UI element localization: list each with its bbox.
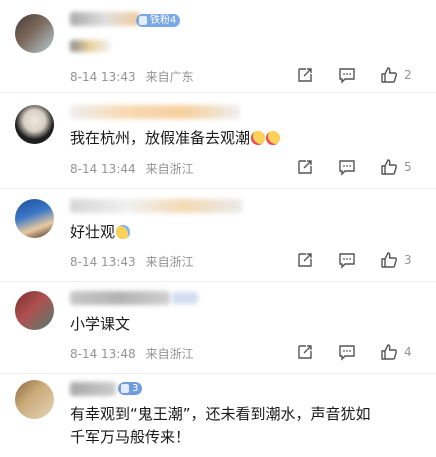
- like-count: 5: [404, 160, 412, 174]
- comment-location: 来自浙江: [145, 162, 194, 176]
- repost-icon: [298, 253, 312, 267]
- emoji-icon: [116, 225, 131, 239]
- username-badge: [172, 292, 198, 304]
- comment-meta: 8-14 13:43 来自广东: [70, 68, 194, 85]
- comment-item: 铁粉4 8-14 13:43 来自广东 2: [0, 0, 436, 92]
- avatar[interactable]: [15, 291, 54, 330]
- comment-icon: [339, 253, 355, 269]
- username[interactable]: [70, 105, 240, 119]
- comment-text: 有幸观到“鬼王潮”，还未看到潮水，声音犹如: [70, 405, 371, 423]
- comment-location: 来自浙江: [145, 347, 194, 361]
- like-count: 4: [404, 345, 412, 359]
- comment-actions: 3: [292, 249, 422, 271]
- repost-button[interactable]: [296, 249, 314, 271]
- thumbs-up-icon: [381, 252, 397, 268]
- username[interactable]: [70, 382, 116, 396]
- thumbs-up-icon: [381, 344, 397, 360]
- comment-actions: 4: [292, 341, 422, 363]
- repost-icon: [298, 160, 312, 174]
- comment-text: 我在杭州，放假准备去观潮: [70, 127, 281, 149]
- comment-date: 8-14 13:43: [70, 255, 136, 269]
- repost-button[interactable]: [296, 341, 314, 363]
- comment-icon: [339, 160, 355, 176]
- avatar[interactable]: [15, 380, 54, 419]
- comment-date: 8-14 13:44: [70, 162, 136, 176]
- heart-eyes-emoji-icon: [266, 131, 281, 145]
- username[interactable]: [70, 199, 242, 213]
- avatar[interactable]: [15, 199, 54, 238]
- comment-text: [70, 40, 110, 52]
- repost-icon: [298, 345, 312, 359]
- comment-location: 来自浙江: [145, 255, 194, 269]
- fan-badge: 铁粉4: [136, 14, 181, 27]
- comment-text: 好壮观: [70, 221, 131, 243]
- thumbs-up-icon: [381, 159, 397, 175]
- comment-actions: 5: [292, 156, 422, 178]
- like-button[interactable]: 5: [380, 156, 412, 178]
- comment-item: 3 有幸观到“鬼王潮”，还未看到潮水，声音犹如 千军万马般传来！: [0, 374, 436, 457]
- comment-item: 好壮观 8-14 13:43 来自浙江 3: [0, 189, 436, 282]
- comment-date: 8-14 13:43: [70, 70, 136, 84]
- comment-icon: [339, 68, 355, 84]
- like-button[interactable]: 3: [380, 249, 412, 271]
- repost-button[interactable]: [296, 156, 314, 178]
- username[interactable]: [70, 12, 140, 26]
- comment-text-line2: 千军万马般传来！: [70, 428, 191, 446]
- comment-meta: 8-14 13:44 来自浙江: [70, 160, 194, 177]
- like-button[interactable]: 4: [380, 341, 412, 363]
- comment-location: 来自广东: [145, 70, 194, 84]
- username[interactable]: [70, 291, 170, 305]
- comment-text: 小学课文: [70, 315, 131, 333]
- comment-actions: 2: [292, 64, 422, 86]
- thumbs-up-icon: [381, 67, 397, 83]
- reply-button[interactable]: [338, 64, 356, 86]
- heart-eyes-emoji-icon: [251, 131, 266, 145]
- comment-date: 8-14 13:48: [70, 347, 136, 361]
- comment-meta: 8-14 13:48 来自浙江: [70, 345, 194, 362]
- comment-icon: [339, 345, 355, 361]
- like-count: 2: [404, 68, 412, 82]
- repost-icon: [298, 68, 312, 82]
- avatar[interactable]: [15, 14, 54, 53]
- avatar[interactable]: [15, 105, 54, 144]
- comment-item: 我在杭州，放假准备去观潮 8-14 13:44 来自浙江 5: [0, 93, 436, 188]
- like-button[interactable]: 2: [380, 64, 412, 86]
- fan-badge: 3: [118, 382, 143, 395]
- reply-button[interactable]: [338, 341, 356, 363]
- repost-button[interactable]: [296, 64, 314, 86]
- reply-button[interactable]: [338, 156, 356, 178]
- like-count: 3: [404, 253, 412, 267]
- comment-meta: 8-14 13:43 来自浙江: [70, 253, 194, 270]
- reply-button[interactable]: [338, 249, 356, 271]
- comment-item: 小学课文 8-14 13:48 来自浙江 4: [0, 282, 436, 374]
